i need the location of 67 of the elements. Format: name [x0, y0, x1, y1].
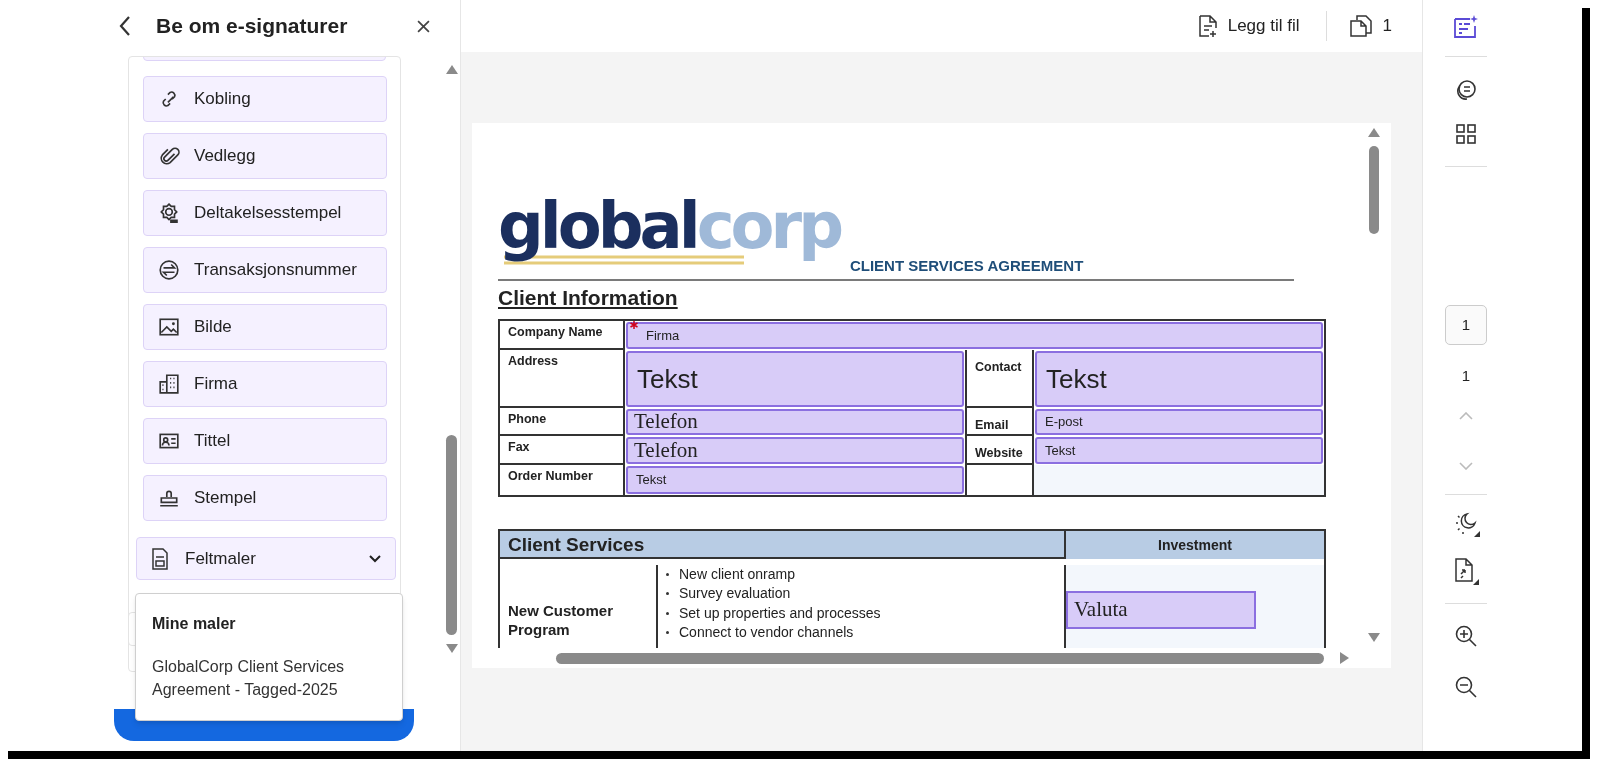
- add-file-button[interactable]: Legg til fil: [1192, 13, 1304, 39]
- gear-stamp-icon: [158, 202, 180, 224]
- field-type-button[interactable]: Transaksjonsnummer: [143, 247, 387, 293]
- horizontal-scrollbar-thumb[interactable]: [556, 653, 1324, 664]
- zoom-out-icon[interactable]: [1454, 674, 1478, 699]
- file-count-button[interactable]: 1: [1348, 13, 1392, 39]
- form-field[interactable]: Tekst: [626, 351, 964, 407]
- scrollbar-thumb[interactable]: [1369, 146, 1379, 234]
- form-field[interactable]: Telefon: [626, 437, 964, 464]
- panel-title: Be om e-signaturer: [156, 13, 349, 40]
- bullet-icon: [666, 592, 669, 596]
- files-icon: [1348, 14, 1373, 38]
- page-number-field[interactable]: 1: [1445, 305, 1487, 345]
- menu-heading: Mine maler: [152, 614, 237, 634]
- image-icon: [158, 316, 180, 338]
- table-header: Client Services: [500, 531, 1066, 559]
- scrollbar-thumb[interactable]: [446, 435, 457, 635]
- exchange-icon: [158, 259, 180, 281]
- form-field[interactable]: Tekst: [626, 466, 964, 494]
- form-field[interactable]: Telefon: [626, 409, 964, 435]
- field-type-button[interactable]: Vedlegg: [143, 133, 387, 179]
- list-item: Set up properties and processes: [679, 603, 881, 623]
- document-icon[interactable]: [1453, 556, 1479, 585]
- list-item: Connect to vendor channels: [679, 623, 854, 642]
- building-icon: [158, 373, 180, 395]
- bullet-icon: [666, 572, 669, 576]
- template-icon: [151, 547, 169, 570]
- zoom-in-icon[interactable]: [1454, 623, 1478, 648]
- field-type-button[interactable]: Firma: [143, 361, 387, 407]
- back-icon[interactable]: [118, 15, 132, 37]
- file-add-icon: [1196, 14, 1219, 38]
- field-type-button[interactable]: Stempel: [143, 475, 387, 521]
- bullet-icon: [666, 631, 669, 635]
- section-heading: Client Information: [498, 285, 679, 311]
- templates-dropdown[interactable]: Feltmaler: [136, 537, 396, 580]
- field-type-button[interactable]: Kobling: [143, 76, 387, 122]
- company-logo: globalcorp: [498, 191, 840, 267]
- page-count: 1: [1461, 366, 1471, 386]
- scroll-up-icon[interactable]: [1368, 128, 1380, 137]
- list-item: Survey evaluation: [679, 584, 791, 603]
- table-cell: Email: [965, 408, 1034, 436]
- form-field[interactable]: Firma: [626, 322, 1323, 349]
- form-field[interactable]: Tekst: [1035, 437, 1323, 464]
- menu-item[interactable]: GlobalCorp Client Services Agreement - Tagged-2025: [152, 655, 386, 701]
- scroll-down-icon[interactable]: [446, 644, 458, 653]
- scroll-down-icon[interactable]: [1368, 633, 1380, 642]
- field-type-button[interactable]: Bilde: [143, 304, 387, 350]
- table-header: Investment: [1066, 531, 1324, 559]
- form-field[interactable]: Tekst: [1035, 351, 1323, 407]
- scroll-right-icon[interactable]: [1340, 652, 1349, 664]
- table-cell: Fax: [500, 436, 625, 465]
- edit-form-icon[interactable]: [1453, 14, 1479, 40]
- scroll-up-icon[interactable]: [446, 65, 458, 74]
- paperclip-icon: [158, 145, 180, 167]
- form-field[interactable]: Valuta: [1066, 590, 1256, 629]
- comment-icon[interactable]: [1454, 78, 1478, 102]
- document-title: CLIENT SERVICES AGREEMENT: [849, 255, 1084, 276]
- table-cell: Website: [965, 436, 1034, 465]
- table-cell: Company Name: [500, 321, 625, 350]
- field-type-button[interactable]: Deltakelsesstempel: [143, 190, 387, 236]
- list-item: New client onramp: [679, 564, 795, 584]
- bullet-icon: [666, 611, 669, 615]
- close-icon[interactable]: [417, 19, 430, 33]
- grid-icon[interactable]: [1456, 124, 1476, 144]
- field-type-button[interactable]: Tittel: [143, 418, 387, 464]
- table-cell: Phone: [500, 408, 625, 436]
- form-field[interactable]: E-post: [1035, 409, 1323, 435]
